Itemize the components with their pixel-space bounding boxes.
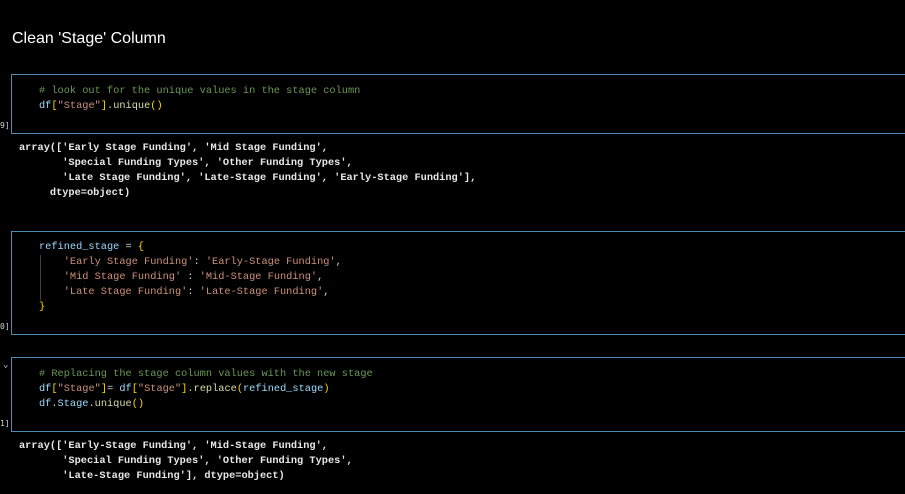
- dict-comma: ,: [317, 271, 324, 283]
- code-function: unique: [94, 398, 132, 410]
- code-var: refined_stage: [243, 383, 324, 395]
- dict-comma: ,: [335, 256, 342, 268]
- dict-value: 'Early-Stage Funding': [205, 256, 336, 268]
- code-attr: Stage: [57, 398, 89, 410]
- code-var: df: [39, 100, 52, 112]
- execution-count: 9]: [0, 121, 10, 130]
- code-comment: # Replacing the stage column values with…: [39, 368, 373, 380]
- collapse-chevron-icon[interactable]: ⌄: [3, 360, 8, 370]
- code-function: replace: [193, 383, 237, 395]
- code-comment: # look out for the unique values in the …: [39, 85, 361, 97]
- dict-key: 'Late Stage Funding': [63, 286, 188, 298]
- code-function: unique: [113, 100, 151, 112]
- dict-key: 'Early Stage Funding': [63, 256, 194, 268]
- code-editor[interactable]: refined_stage = { 'Early Stage Funding':…: [39, 240, 342, 315]
- dict-value: 'Late-Stage Funding': [199, 286, 324, 298]
- code-string: "Stage": [57, 383, 101, 395]
- code-parens: (): [150, 100, 163, 112]
- code-cell-unique-values[interactable]: # look out for the unique values in the …: [11, 74, 905, 134]
- code-parens: (): [131, 398, 145, 410]
- cell-output: array(['Early-Stage Funding', 'Mid-Stage…: [19, 440, 353, 482]
- code-brace: {: [137, 241, 145, 253]
- dict-sep: :: [181, 271, 200, 283]
- dict-key: 'Mid Stage Funding': [63, 271, 182, 283]
- code-editor[interactable]: # Replacing the stage column values with…: [39, 367, 373, 412]
- dict-value: 'Mid-Stage Funding': [199, 271, 318, 283]
- code-brace: }: [39, 301, 46, 313]
- cell-output: array(['Early Stage Funding', 'Mid Stage…: [19, 142, 477, 199]
- dict-sep: :: [187, 286, 200, 298]
- code-cell-replace-stage[interactable]: # Replacing the stage column values with…: [11, 357, 905, 432]
- execution-count: 1]: [0, 419, 10, 428]
- code-cell-refined-stage[interactable]: refined_stage = { 'Early Stage Funding':…: [11, 231, 905, 335]
- execution-count: 0]: [0, 322, 10, 331]
- code-var: df: [119, 383, 132, 395]
- code-var: refined_stage: [39, 241, 120, 253]
- section-heading: Clean 'Stage' Column: [12, 30, 166, 47]
- code-var: df: [39, 383, 52, 395]
- dict-comma: ,: [323, 286, 330, 298]
- code-string: "Stage": [57, 100, 101, 112]
- code-operator: =: [107, 383, 120, 395]
- code-operator: =: [119, 241, 138, 253]
- code-editor[interactable]: # look out for the unique values in the …: [39, 84, 360, 114]
- code-string: "Stage": [137, 383, 182, 395]
- dict-sep: :: [193, 256, 206, 268]
- code-var: df: [39, 398, 52, 410]
